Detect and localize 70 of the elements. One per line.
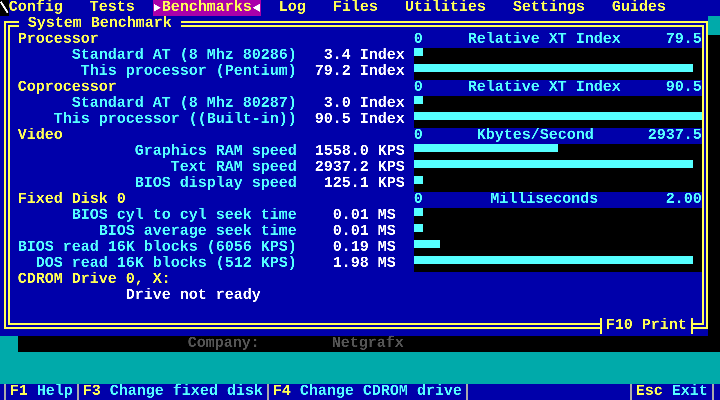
unit-label: Index: [360, 64, 406, 80]
benchmark-value: 0.01: [332, 224, 369, 240]
benchmark-label: Standard AT (8 Mhz 80287): [70, 96, 297, 112]
menu-item[interactable]: Benchmarks: [153, 0, 262, 16]
axis-min: 0: [414, 192, 424, 208]
benchmark-label: Graphics RAM speed: [134, 144, 297, 160]
benchmark-value: 90.5: [314, 112, 351, 128]
benchmark-value: 125.1: [322, 176, 369, 192]
unit-label: Index: [360, 112, 406, 128]
menu-item[interactable]: Settings: [504, 0, 594, 16]
section-title: Video: [18, 128, 64, 144]
axis-label: Kbytes/Second: [476, 128, 596, 144]
unit-label: KPS: [378, 160, 406, 176]
section-title: Fixed Disk 0: [18, 192, 126, 208]
benchmark-value: 2937.2: [314, 160, 369, 176]
benchmark-value: 1.98: [332, 256, 369, 272]
axis-label: Relative XT Index: [466, 80, 622, 96]
cursor-icon: [0, 0, 9, 16]
axis-label: Milliseconds: [489, 192, 600, 208]
unit-label: Index: [360, 96, 406, 112]
benchmark-label: BIOS cyl to cyl seek time: [70, 208, 297, 224]
axis-max: 79.5: [666, 32, 702, 48]
unit-label: KPS: [378, 176, 406, 192]
unit-label: MS: [378, 224, 396, 240]
benchmark-label: This processor (Pentium): [80, 64, 297, 80]
menu-item[interactable]: Utilities: [396, 0, 496, 16]
axis-min: 0: [414, 128, 424, 144]
benchmark-label: This processor ((Built-in)): [52, 112, 297, 128]
axis-max: 2.00: [666, 192, 702, 208]
axis-min: 0: [414, 80, 424, 96]
menu-item[interactable]: Log: [270, 0, 316, 16]
panel-title: System Benchmark: [19, 16, 182, 32]
right-triangle-icon: [153, 3, 162, 13]
menu-item[interactable]: Tests: [81, 0, 144, 16]
axis-max: 2937.5: [648, 128, 702, 144]
benchmark-value: 0.01: [332, 208, 369, 224]
unit-label: KPS: [378, 144, 406, 160]
menu-item[interactable]: Config: [9, 0, 72, 16]
benchmark-label: BIOS read 16K blocks (6056 KPS): [18, 240, 297, 256]
function-key[interactable]: F4 Change CDROM drive: [267, 384, 468, 400]
function-key[interactable]: F1 Help: [4, 384, 78, 400]
company-label: Company:: [188, 336, 260, 352]
axis-label: Relative XT Index: [466, 32, 622, 48]
section-title: Coprocessor: [18, 80, 118, 96]
status-message: Drive not ready: [126, 288, 262, 304]
unit-label: Index: [360, 48, 406, 64]
benchmark-value: 79.2: [314, 64, 351, 80]
section-title: Processor: [18, 32, 100, 48]
axis-max: 90.5: [666, 80, 702, 96]
unit-label: MS: [378, 240, 396, 256]
benchmark-label: BIOS display speed: [134, 176, 297, 192]
benchmark-label: BIOS average seek time: [98, 224, 297, 240]
benchmark-label: Standard AT (8 Mhz 80286): [70, 48, 297, 64]
section-title: CDROM Drive 0, X:: [18, 272, 172, 288]
axis-min: 0: [414, 32, 424, 48]
benchmark-label: DOS read 16K blocks (512 KPS): [34, 256, 297, 272]
print-button[interactable]: F10 Print: [600, 318, 693, 334]
benchmark-value: 3.4: [322, 48, 351, 64]
unit-label: MS: [378, 208, 396, 224]
exit-button[interactable]: Esc Exit: [630, 384, 714, 400]
left-triangle-icon: [252, 3, 262, 13]
function-key[interactable]: F3 Change fixed disk: [77, 384, 268, 400]
company-value: Netgrafx: [332, 336, 404, 352]
benchmark-value: 3.0: [322, 96, 351, 112]
menu-item[interactable]: Guides: [603, 0, 676, 16]
menu-item[interactable]: Files: [324, 0, 388, 16]
unit-label: MS: [378, 256, 396, 272]
benchmark-value: 1558.0: [314, 144, 369, 160]
benchmark-label: Text RAM speed: [170, 160, 297, 176]
benchmark-value: 0.19: [332, 240, 369, 256]
